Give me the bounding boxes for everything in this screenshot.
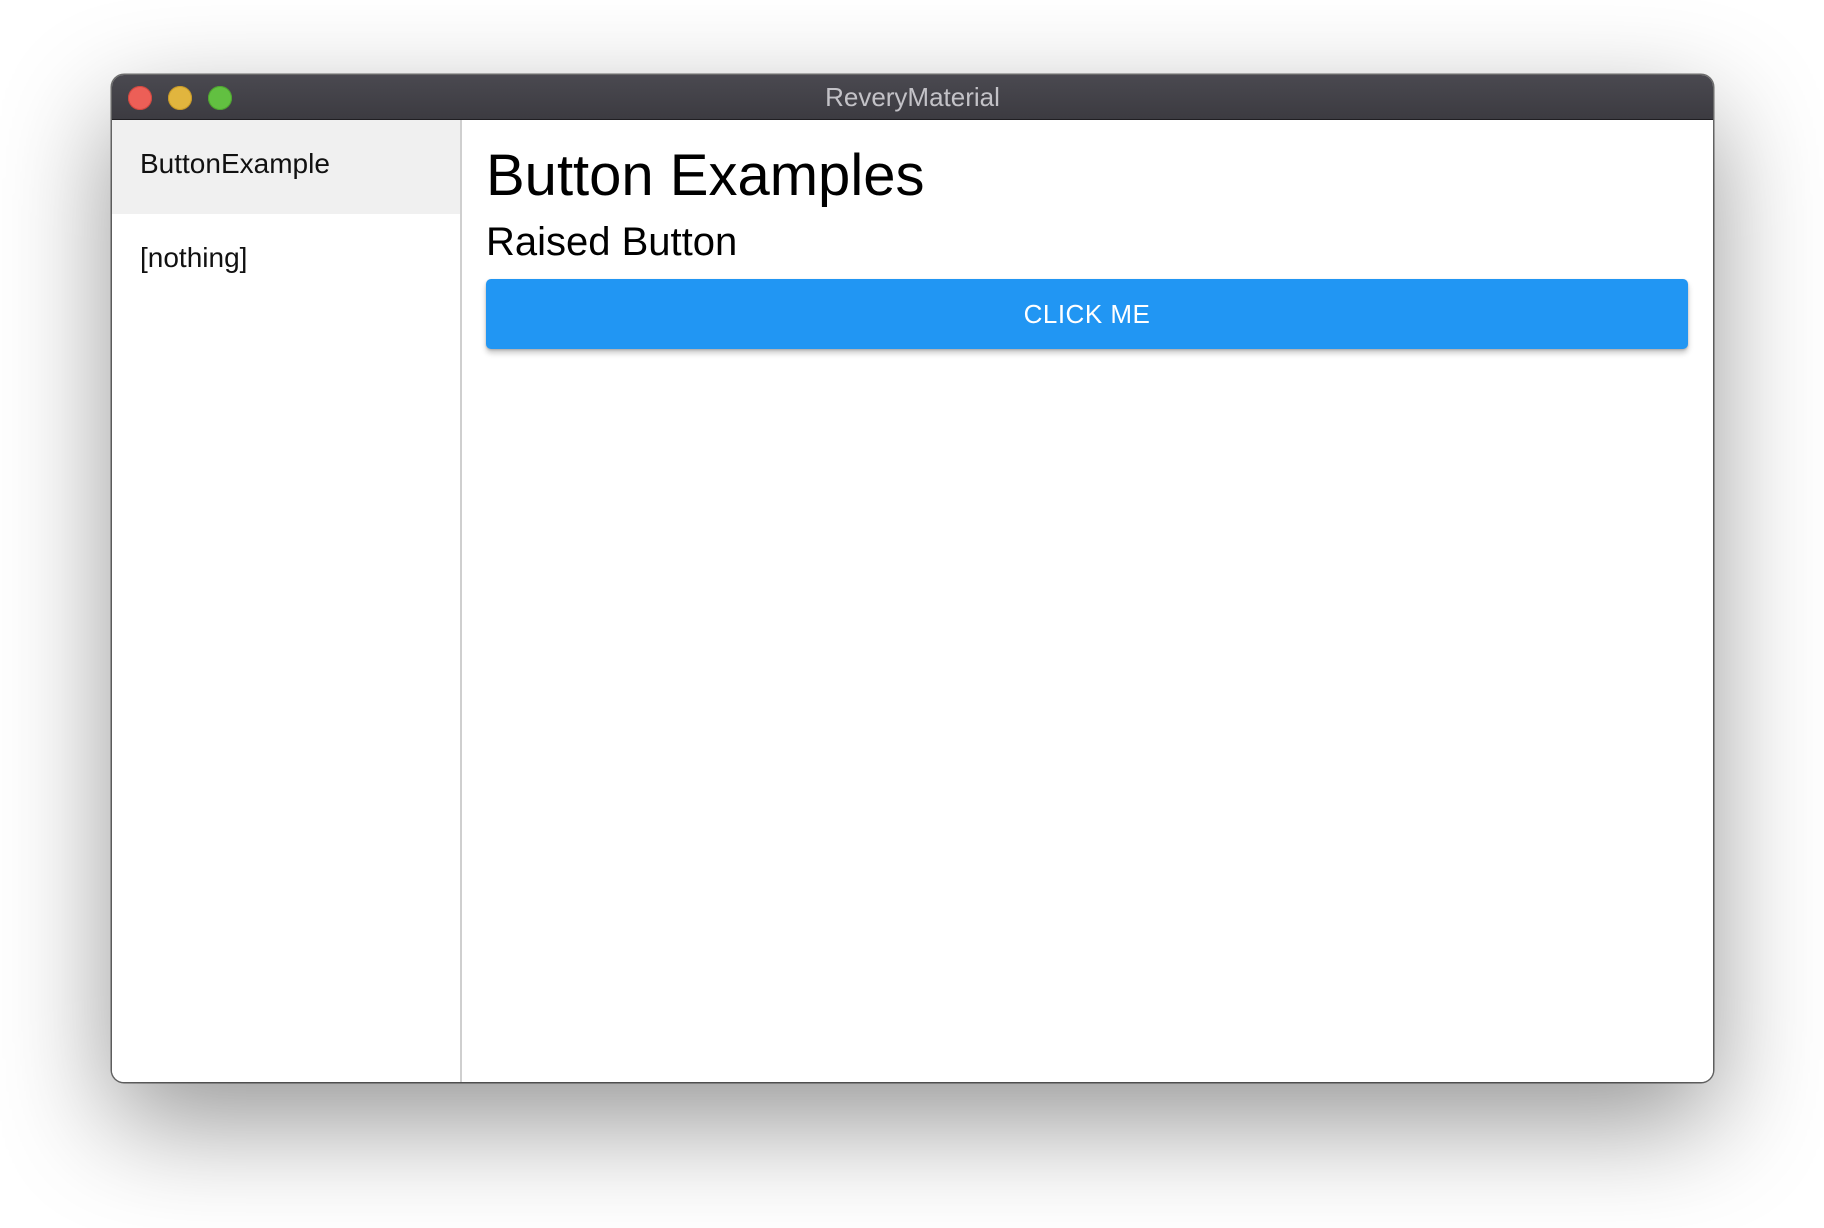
click-me-button[interactable]: CLICK ME	[486, 279, 1688, 349]
window-title: ReveryMaterial	[825, 82, 1000, 112]
sidebar-item-button-example[interactable]: ButtonExample	[112, 120, 460, 214]
main-content: Button Examples Raised Button CLICK ME	[462, 120, 1713, 1082]
sidebar-item-label: [nothing]	[140, 242, 248, 273]
sidebar-item-label: ButtonExample	[140, 148, 330, 179]
sidebar: ButtonExample [nothing]	[112, 120, 462, 1082]
window-body: ButtonExample [nothing] Button Examples …	[112, 120, 1713, 1082]
section-title: Raised Button	[486, 220, 738, 264]
title-bar[interactable]: ReveryMaterial	[112, 75, 1713, 120]
app-window: ReveryMaterial ButtonExample [nothing] B…	[112, 75, 1713, 1082]
sidebar-item-nothing[interactable]: [nothing]	[112, 214, 460, 308]
page-title: Button Examples	[486, 143, 925, 208]
